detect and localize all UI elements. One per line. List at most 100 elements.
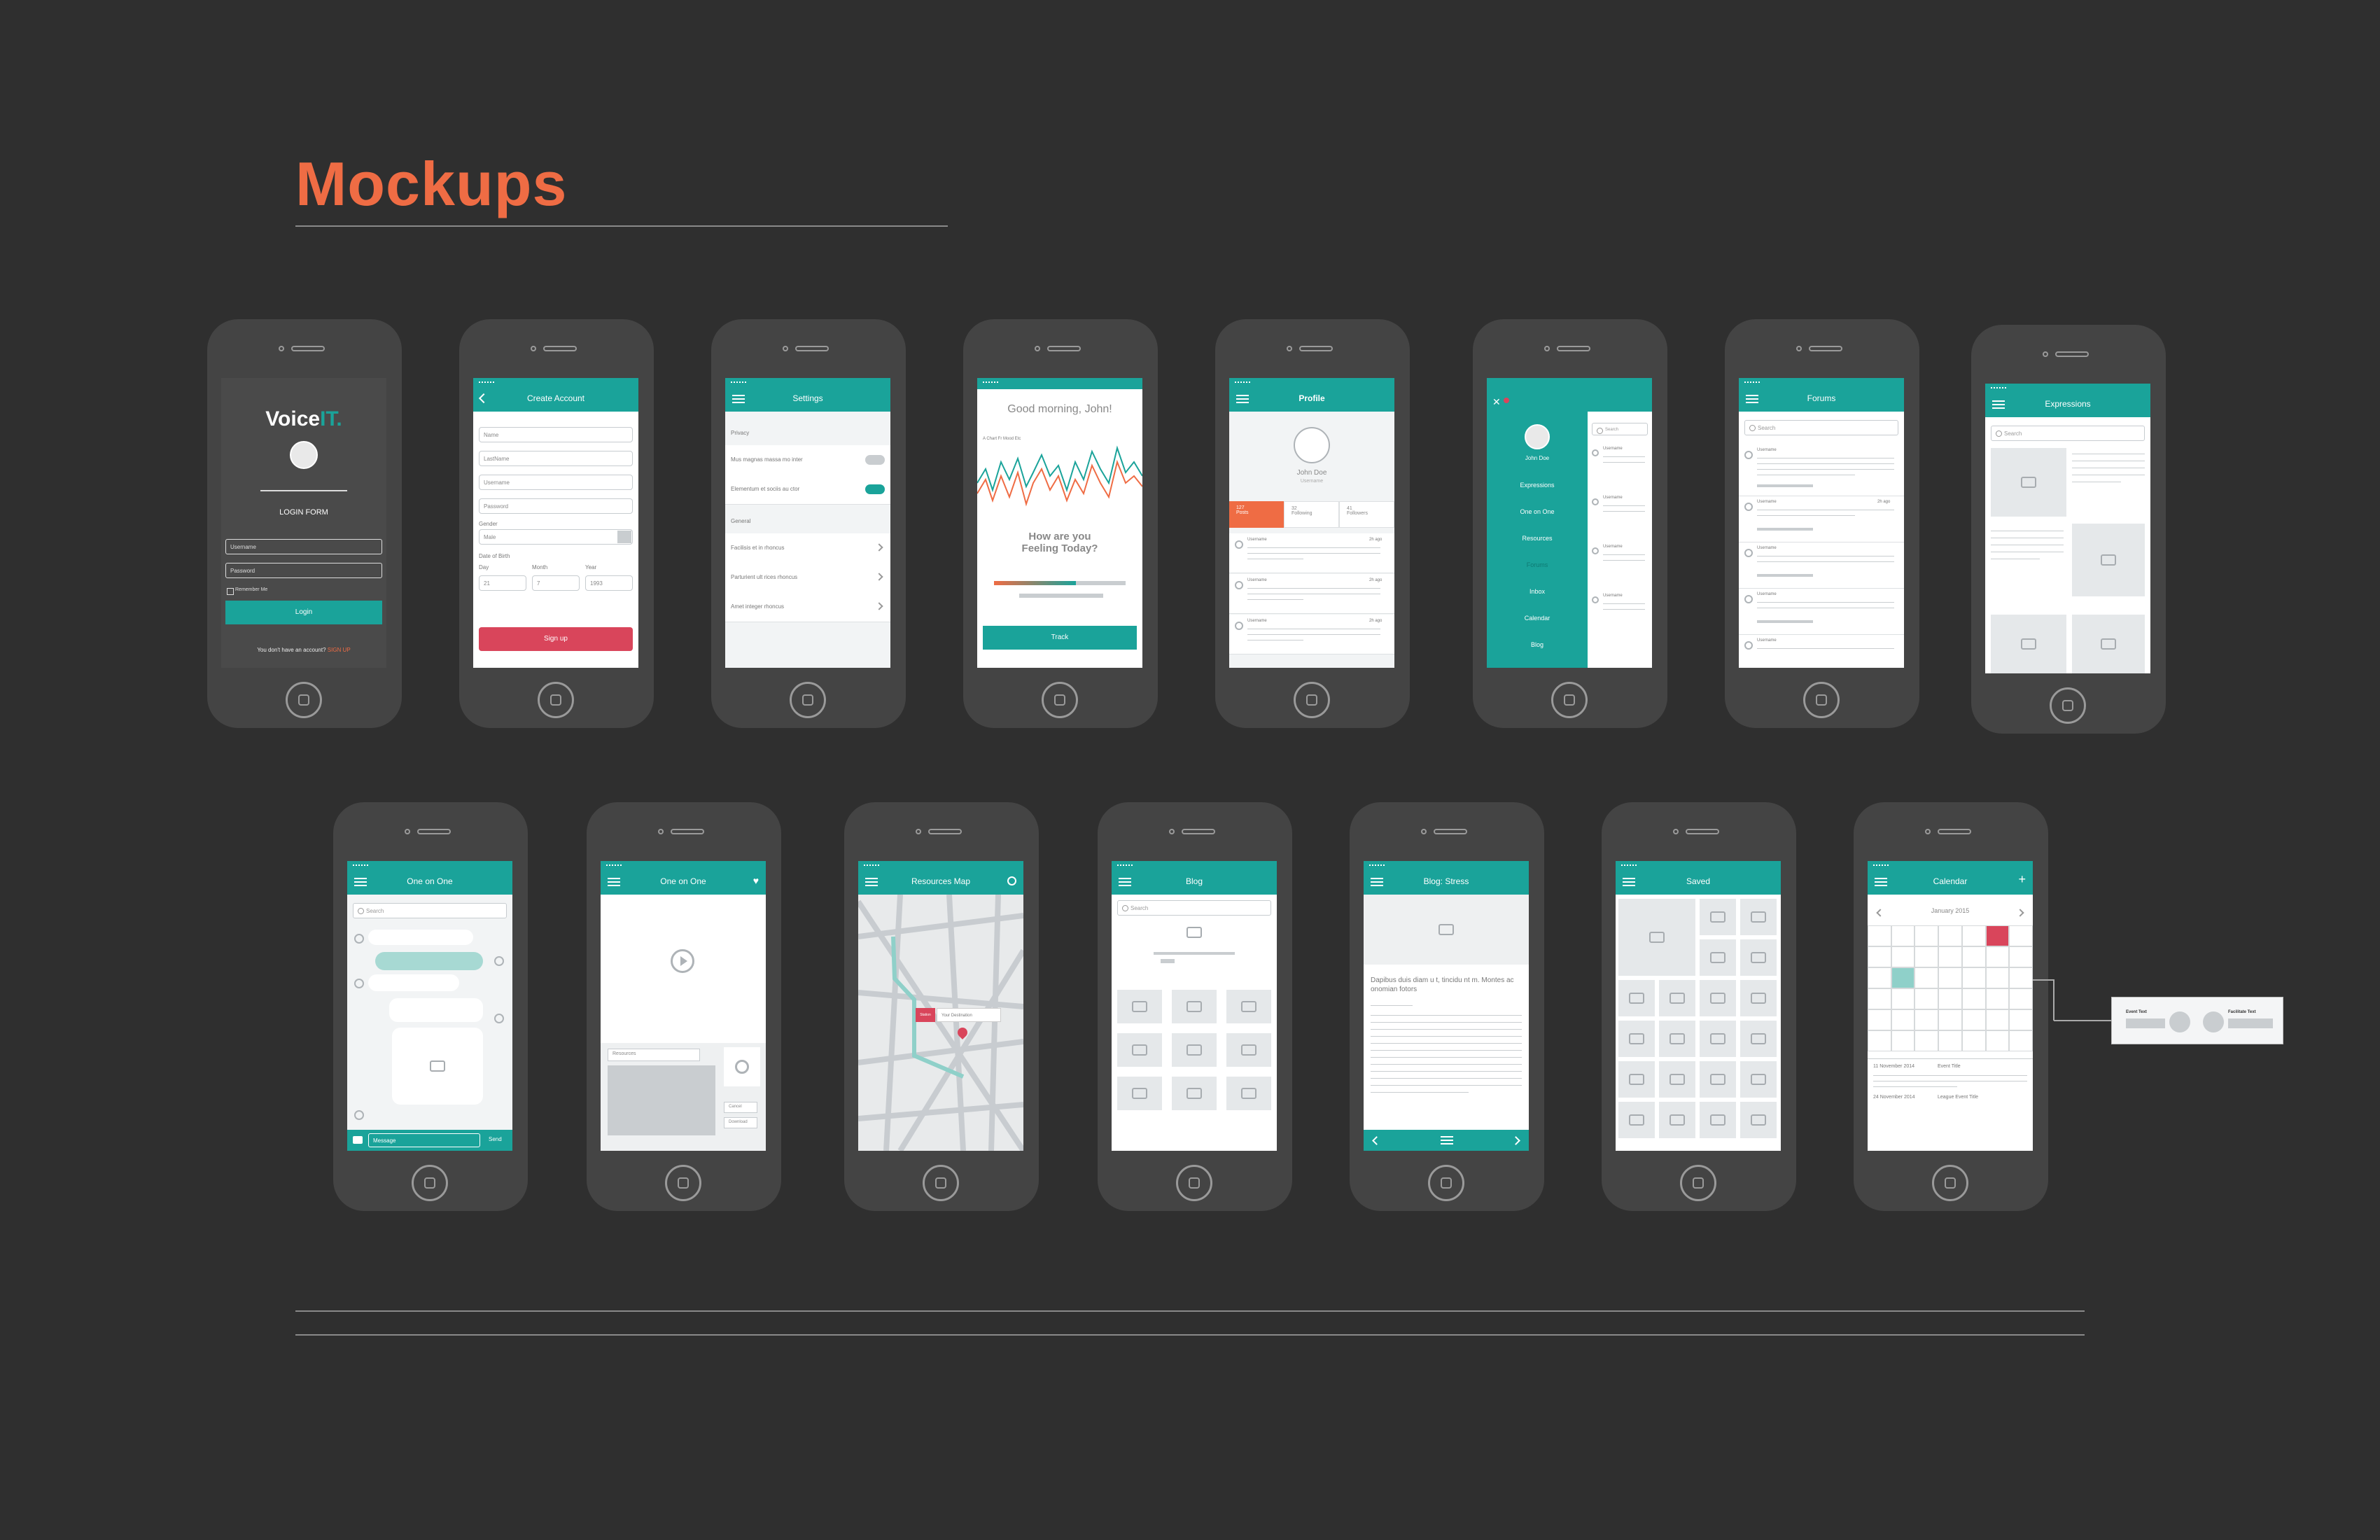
calendar-day[interactable] — [1961, 1009, 1986, 1030]
image-placeholder-icon[interactable] — [1991, 448, 2066, 517]
home-button[interactable] — [923, 1165, 959, 1201]
track-button[interactable]: Track — [983, 626, 1137, 650]
home-button[interactable] — [1294, 682, 1330, 718]
post-item[interactable]: Username 2h ago — [1229, 574, 1394, 614]
home-button[interactable] — [1932, 1165, 1968, 1201]
menu-item-one-on-one[interactable]: One on One — [1487, 508, 1588, 515]
calendar-day[interactable] — [1914, 967, 1939, 988]
calendar-day[interactable] — [1891, 1009, 1915, 1030]
signup-button[interactable]: Sign up — [479, 627, 633, 651]
menu-item-expressions[interactable]: Expressions — [1487, 482, 1588, 489]
calendar-day[interactable] — [1985, 925, 2010, 946]
forum-post[interactable]: Username — [1739, 636, 1904, 668]
blog-thumb-icon[interactable] — [1172, 1077, 1217, 1110]
saved-item-icon[interactable] — [1740, 1102, 1777, 1138]
password-field[interactable]: Password — [479, 498, 633, 514]
play-icon[interactable] — [671, 949, 694, 973]
forum-post[interactable]: Username — [1739, 589, 1904, 635]
destination-label[interactable]: Your Destination — [937, 1008, 1001, 1022]
login-button[interactable]: Login — [225, 601, 382, 624]
calendar-day[interactable] — [1868, 925, 1891, 946]
prev-icon[interactable] — [1372, 1136, 1381, 1145]
stat-following[interactable]: 32 Following — [1284, 501, 1339, 528]
image-placeholder-icon[interactable] — [2072, 524, 2145, 596]
blog-thumb-icon[interactable] — [1226, 1077, 1271, 1110]
toggle-row[interactable]: Elementum et sociis au ctor — [725, 475, 890, 505]
search-input[interactable]: Search — [1117, 900, 1271, 916]
station-label[interactable]: Station — [916, 1008, 935, 1022]
calendar-day[interactable] — [2009, 1030, 2033, 1051]
saved-item-icon[interactable] — [1618, 1061, 1655, 1098]
home-button[interactable] — [2050, 687, 2086, 724]
saved-item-icon[interactable] — [1740, 939, 1777, 976]
calendar-day[interactable] — [2009, 967, 2033, 988]
calendar-day[interactable] — [1961, 988, 1986, 1009]
forum-post[interactable]: Username — [1739, 445, 1904, 496]
signup-link[interactable]: SIGN UP — [328, 647, 351, 653]
calendar-day[interactable] — [1891, 925, 1915, 946]
blog-thumb-icon[interactable] — [1226, 990, 1271, 1023]
cancel-button[interactable]: Cancel — [724, 1102, 757, 1113]
event-title[interactable]: Event Title — [1938, 1064, 1961, 1069]
message-input[interactable]: Message — [368, 1133, 480, 1147]
add-icon[interactable]: + — [2018, 872, 2026, 887]
calendar-day[interactable] — [2009, 946, 2033, 967]
mood-slider[interactable] — [994, 581, 1126, 585]
menu-item-inbox[interactable]: Inbox — [1487, 588, 1588, 595]
image-message-icon[interactable] — [392, 1028, 483, 1105]
download-button[interactable]: Download — [724, 1117, 757, 1128]
search-input[interactable]: Search — [1744, 420, 1898, 435]
blog-thumb-icon[interactable] — [1172, 990, 1217, 1023]
heart-icon[interactable]: ♥ — [753, 875, 759, 886]
saved-item-icon[interactable] — [1740, 1061, 1777, 1098]
blog-thumb-icon[interactable] — [1172, 1033, 1217, 1067]
calendar-day[interactable] — [1868, 988, 1891, 1009]
blog-thumb-icon[interactable] — [1117, 990, 1162, 1023]
calendar-day[interactable] — [1985, 1030, 2010, 1051]
calendar-day[interactable] — [2009, 988, 2033, 1009]
name-field[interactable]: Name — [479, 427, 633, 442]
home-button[interactable] — [412, 1165, 448, 1201]
search-input[interactable]: Search — [1592, 423, 1648, 435]
send-button[interactable]: Send — [489, 1136, 502, 1142]
calendar-day[interactable] — [1938, 967, 1962, 988]
day-select[interactable]: 21 — [479, 575, 526, 591]
saved-item-icon[interactable] — [1740, 980, 1777, 1016]
map-canvas[interactable] — [858, 895, 1023, 1151]
calendar-day[interactable] — [1891, 1030, 1915, 1051]
stat-posts[interactable]: 127 Posts — [1229, 501, 1284, 528]
stat-followers[interactable]: 41 Followers — [1339, 501, 1394, 528]
saved-item-icon[interactable] — [1740, 1021, 1777, 1057]
blog-thumb-icon[interactable] — [1117, 1077, 1162, 1110]
calendar-day[interactable] — [1891, 967, 1915, 988]
calendar-day[interactable] — [1938, 1009, 1962, 1030]
resource-preview[interactable] — [608, 1065, 715, 1135]
search-input[interactable]: Search — [353, 903, 507, 918]
settings-item[interactable]: Amet integer rhoncus — [725, 592, 890, 622]
menu-item-blog[interactable]: Blog — [1487, 641, 1588, 648]
settings-item[interactable]: Parturient ult rices rhoncus — [725, 563, 890, 593]
home-button[interactable] — [1803, 682, 1840, 718]
menu-item-forums[interactable]: Forums — [1487, 561, 1588, 568]
username-field[interactable]: Username — [479, 475, 633, 490]
next-icon[interactable] — [1511, 1136, 1520, 1145]
search-input[interactable]: Search — [1991, 426, 2145, 441]
saved-item-icon[interactable] — [1740, 899, 1777, 935]
calendar-day[interactable] — [1938, 988, 1962, 1009]
calendar-day[interactable] — [1914, 946, 1939, 967]
calendar-day[interactable] — [1938, 1030, 1962, 1051]
home-button[interactable] — [1428, 1165, 1464, 1201]
saved-item-icon[interactable] — [1700, 899, 1736, 935]
saved-item-icon[interactable] — [1618, 1021, 1655, 1057]
home-button[interactable] — [790, 682, 826, 718]
calendar-day[interactable] — [1868, 967, 1891, 988]
saved-item-icon[interactable] — [1618, 899, 1695, 976]
calendar-day[interactable] — [1891, 946, 1915, 967]
image-placeholder-icon[interactable] — [1991, 615, 2066, 673]
calendar-day[interactable] — [1985, 1009, 2010, 1030]
saved-item-icon[interactable] — [1659, 1021, 1695, 1057]
year-select[interactable]: 1993 — [585, 575, 633, 591]
calendar-day[interactable] — [1868, 1009, 1891, 1030]
calendar-day[interactable] — [1961, 925, 1986, 946]
calendar-day[interactable] — [1914, 988, 1939, 1009]
